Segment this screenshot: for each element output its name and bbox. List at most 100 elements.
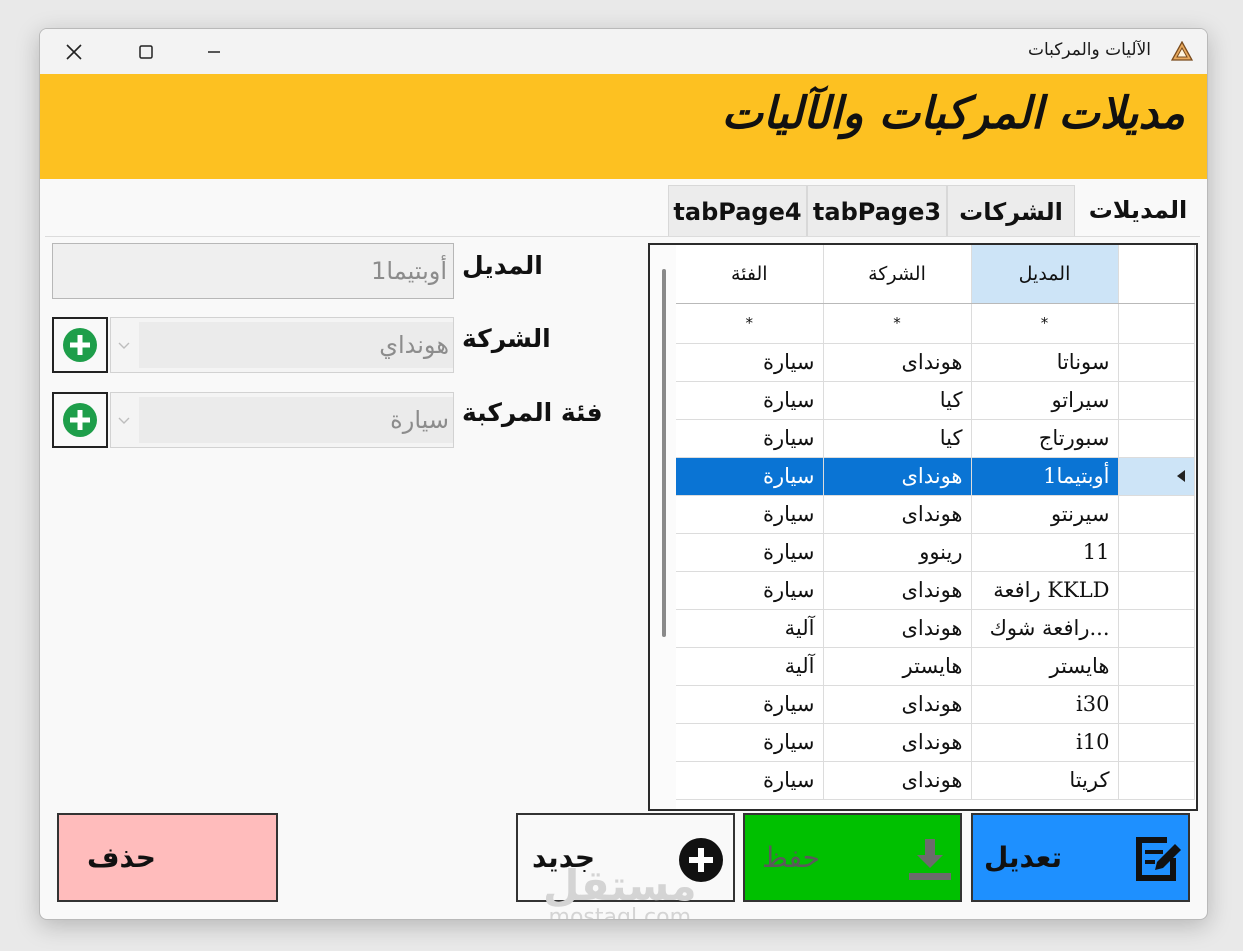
add-company-button[interactable] [52, 317, 108, 373]
minimize-button[interactable] [184, 29, 244, 74]
cell-company[interactable]: هونداى [823, 761, 972, 800]
cell-category[interactable]: سيارة [676, 533, 824, 572]
cell-model[interactable]: سبورتاج [971, 419, 1119, 458]
tab-label: المديلات [1088, 195, 1188, 224]
cell-company[interactable]: هونداى [823, 571, 972, 610]
cell-company[interactable]: كيا [823, 381, 972, 420]
cell-category[interactable]: سيارة [676, 685, 824, 724]
row-header[interactable] [1118, 457, 1195, 496]
cell-model[interactable]: رافعة KKLD [971, 571, 1119, 610]
row-header[interactable] [1118, 495, 1195, 534]
table-row[interactable]: سيارة هونداى رافعة KKLD [676, 571, 1195, 610]
table-row[interactable]: سيارة رينوو 11 [676, 533, 1195, 572]
grid-scrollbar[interactable] [650, 245, 676, 809]
cell-category[interactable]: آلية [676, 647, 824, 686]
table-row[interactable]: سيارة هونداى أوبتيما1 [676, 457, 1195, 496]
cell-model[interactable]: سيرنتو [971, 495, 1119, 534]
column-header-category[interactable]: الفئة [676, 245, 824, 304]
cell-category[interactable]: سيارة [676, 571, 824, 610]
company-label: الشركة [462, 324, 551, 353]
cell-category[interactable]: سيارة [676, 343, 824, 382]
company-select-value: هونداي [139, 322, 453, 368]
cell-model[interactable]: سيراتو [971, 381, 1119, 420]
cell-category[interactable]: سيارة [676, 381, 824, 420]
table-row[interactable]: سيارة هونداى i10 [676, 723, 1195, 762]
table-row[interactable]: سيارة كيا سيراتو [676, 381, 1195, 420]
row-header[interactable] [1118, 343, 1195, 382]
row-header-corner[interactable] [1118, 245, 1195, 304]
cell-company[interactable]: هونداى [823, 609, 972, 648]
tab-page3[interactable]: tabPage3 [807, 185, 947, 237]
column-header-company[interactable]: الشركة [823, 245, 972, 304]
cell-company[interactable]: رينوو [823, 533, 972, 572]
cell-company[interactable]: هونداى [823, 343, 972, 382]
watermark: مستقل mostaql.com [543, 865, 697, 920]
row-header[interactable] [1118, 685, 1195, 724]
page-title: مديلات المركبات والآليات [721, 88, 1185, 139]
cell-model[interactable]: i30 [971, 685, 1119, 724]
cell-company[interactable]: كيا [823, 419, 972, 458]
scrollbar-thumb[interactable] [662, 269, 666, 637]
edit-button[interactable]: تعديل [971, 813, 1190, 902]
row-header[interactable] [1118, 609, 1195, 648]
row-header[interactable] [1118, 647, 1195, 686]
cell-category[interactable]: سيارة [676, 761, 824, 800]
model-input[interactable]: أوبتيما1 [52, 243, 454, 299]
table-row[interactable]: سيارة هونداى i30 [676, 685, 1195, 724]
chevron-down-icon[interactable] [116, 412, 132, 428]
table-row[interactable]: سيارة كيا سبورتاج [676, 419, 1195, 458]
table-row[interactable]: آلية هونداى رافعة شوك... [676, 609, 1195, 648]
row-header[interactable] [1118, 303, 1195, 344]
cell-company[interactable]: هونداى [823, 723, 972, 762]
add-category-button[interactable] [52, 392, 108, 448]
cell-company[interactable]: هونداى [823, 495, 972, 534]
cell-model[interactable]: أوبتيما1 [971, 457, 1119, 496]
delete-button[interactable]: حذف [57, 813, 278, 902]
column-header-model[interactable]: المديل [971, 245, 1119, 304]
cell-model[interactable]: هايستر [971, 647, 1119, 686]
grid-new-row[interactable]: * * * [676, 303, 1195, 344]
table-row[interactable]: سيارة هونداى سوناتا [676, 343, 1195, 382]
tab-label: tabPage3 [812, 197, 942, 226]
row-header[interactable] [1118, 723, 1195, 762]
header-banner: مديلات المركبات والآليات [40, 74, 1207, 179]
cell-category[interactable]: سيارة [676, 457, 824, 496]
tab-companies[interactable]: الشركات [947, 185, 1075, 237]
close-button[interactable] [44, 29, 104, 74]
category-select[interactable]: سيارة [110, 392, 454, 448]
new-row-cell[interactable]: * [676, 303, 824, 344]
watermark-arabic: مستقل [543, 861, 697, 910]
cell-model[interactable]: سوناتا [971, 343, 1119, 382]
table-row[interactable]: آلية هايستر هايستر [676, 647, 1195, 686]
row-header[interactable] [1118, 419, 1195, 458]
cell-model[interactable]: 11 [971, 533, 1119, 572]
row-header[interactable] [1118, 381, 1195, 420]
models-data-grid[interactable]: الفئة الشركة المديل * * * سيارة هونداى سون… [648, 243, 1198, 811]
cell-model[interactable]: i10 [971, 723, 1119, 762]
tab-page4[interactable]: tabPage4 [668, 185, 807, 237]
table-row[interactable]: سيارة هونداى سيرنتو [676, 495, 1195, 534]
table-row[interactable]: سيارة هونداى كريتا [676, 761, 1195, 800]
grid-table: الفئة الشركة المديل * * * سيارة هونداى سون… [676, 245, 1195, 800]
cell-company[interactable]: هونداى [823, 685, 972, 724]
new-row-cell[interactable]: * [823, 303, 972, 344]
maximize-icon [139, 44, 153, 59]
cell-company[interactable]: هايستر [823, 647, 972, 686]
row-header[interactable] [1118, 533, 1195, 572]
cell-model[interactable]: كريتا [971, 761, 1119, 800]
row-header[interactable] [1118, 761, 1195, 800]
chevron-down-icon[interactable] [116, 337, 132, 353]
cell-model[interactable]: رافعة شوك... [971, 609, 1119, 648]
plus-circle-icon [63, 328, 97, 362]
tab-models[interactable]: المديلات [1075, 181, 1201, 237]
cell-category[interactable]: سيارة [676, 723, 824, 762]
cell-company[interactable]: هونداى [823, 457, 972, 496]
row-header[interactable] [1118, 571, 1195, 610]
maximize-button[interactable] [116, 29, 176, 74]
cell-category[interactable]: آلية [676, 609, 824, 648]
company-select[interactable]: هونداي [110, 317, 454, 373]
cell-category[interactable]: سيارة [676, 495, 824, 534]
new-row-cell[interactable]: * [971, 303, 1119, 344]
cell-category[interactable]: سيارة [676, 419, 824, 458]
save-button[interactable]: حفظ [743, 813, 962, 902]
